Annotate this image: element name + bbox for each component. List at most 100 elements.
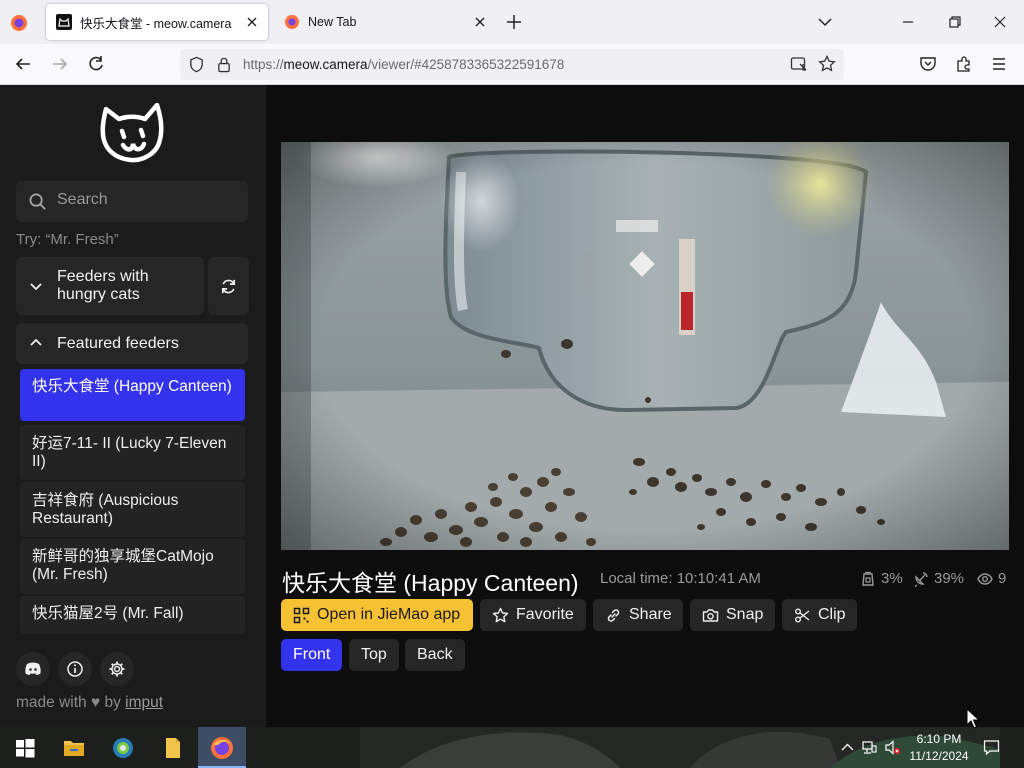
browser-tab-bar: 快乐大食堂 - meow.camera New Tab <box>0 0 1024 44</box>
feeder-item-happy-canteen[interactable]: 快乐大食堂 (Happy Canteen) <box>20 369 245 421</box>
favorite-button[interactable]: Favorite <box>480 599 586 631</box>
link-icon <box>607 608 620 622</box>
back-arrow-icon[interactable] <box>14 55 32 73</box>
heart-icon: ♥ <box>90 694 101 711</box>
scissors-icon <box>795 608 810 622</box>
feeder-item-lucky-7-eleven[interactable]: 好运7-11- II (Lucky 7-Eleven II) <box>20 425 245 480</box>
notes-app-icon[interactable] <box>159 735 185 761</box>
close-window-icon[interactable] <box>990 12 1010 32</box>
discord-button[interactable] <box>16 652 50 686</box>
button-label: Share <box>629 606 672 623</box>
food-level-value: 3% <box>881 570 903 587</box>
video-frame-image <box>281 142 1009 550</box>
reload-icon[interactable] <box>87 55 105 73</box>
translate-page-icon[interactable] <box>790 56 808 73</box>
qr-code-icon <box>293 607 310 623</box>
firefox-view-icon[interactable] <box>8 12 30 34</box>
feeder-label: 新鲜哥的独享城堡CatMojo (Mr. Fresh) <box>32 548 214 583</box>
hamburger-menu-icon[interactable] <box>990 55 1008 73</box>
feeder-item-mr-fall[interactable]: 快乐猫屋2号 (Mr. Fall) <box>20 596 245 634</box>
satellite-dish-icon <box>914 571 928 587</box>
restore-window-icon[interactable] <box>945 12 965 32</box>
firefox-favicon-icon <box>285 15 299 29</box>
show-hidden-icons-chevron-icon[interactable] <box>840 740 855 755</box>
address-bar[interactable]: https://meow.camera/viewer/#425878336532… <box>180 49 844 80</box>
mouse-cursor-icon <box>966 708 980 729</box>
group-label: Featured feeders <box>57 335 179 352</box>
button-label: Clip <box>818 606 846 623</box>
signal-stat: 39% <box>913 570 964 587</box>
view-top-button[interactable]: Top <box>349 639 399 671</box>
search-input[interactable]: Search <box>16 181 248 222</box>
button-label: Favorite <box>516 606 574 623</box>
view-back-button[interactable]: Back <box>405 639 465 671</box>
signal-value: 39% <box>934 570 965 587</box>
network-icon[interactable] <box>862 740 877 755</box>
tab-title: 快乐大食堂 - meow.camera <box>80 16 232 31</box>
windows-taskbar: 6:10 PM 11/12/2024 <box>0 727 1024 768</box>
volume-muted-icon[interactable] <box>885 740 900 755</box>
author-link[interactable]: imput <box>125 694 163 711</box>
settings-button[interactable] <box>100 652 134 686</box>
button-label: Snap <box>726 606 764 623</box>
notifications-icon[interactable] <box>983 739 1000 756</box>
gear-icon <box>109 661 125 677</box>
feeder-label: 快乐猫屋2号 (Mr. Fall) <box>32 605 184 622</box>
windows-start-icon[interactable] <box>12 735 38 761</box>
by-text: by <box>104 694 121 711</box>
clock-time: 6:10 PM <box>916 732 962 746</box>
clock-date: 11/12/2024 <box>909 749 969 763</box>
firefox-icon <box>211 737 233 759</box>
food-bag-icon <box>862 571 874 586</box>
pocket-icon[interactable] <box>919 55 937 73</box>
discord-icon <box>25 662 41 675</box>
url-path: /viewer/#4258783365322591678 <box>367 57 565 72</box>
close-tab-icon[interactable] <box>472 14 488 30</box>
minimize-window-icon[interactable] <box>898 12 918 32</box>
bookmark-star-icon[interactable] <box>818 55 836 73</box>
extensions-puzzle-icon[interactable] <box>955 55 973 73</box>
search-hint: Try: “Mr. Fresh” <box>16 231 119 248</box>
tab-title: New Tab <box>308 15 357 29</box>
local-time: Local time: 10:10:41 AM <box>600 570 761 587</box>
tracking-protection-shield-icon[interactable] <box>188 56 205 73</box>
cat-logo-icon[interactable] <box>97 103 169 165</box>
feeder-label: 快乐大食堂 (Happy Canteen) <box>32 378 232 395</box>
camera-video-feed[interactable] <box>281 142 1009 550</box>
sidebar: Search Try: “Mr. Fresh” Feeders with hun… <box>0 85 266 727</box>
chevron-down-icon <box>30 283 42 291</box>
feeder-label: 吉祥食府 (Auspicious Restaurant) <box>32 492 179 527</box>
browser-globe-icon[interactable] <box>110 735 136 761</box>
tab-new-tab[interactable]: New Tab <box>274 4 496 40</box>
refresh-button[interactable] <box>208 257 249 315</box>
meow-camera-page: Search Try: “Mr. Fresh” Feeders with hun… <box>0 85 1024 727</box>
tab-meow-camera[interactable]: 快乐大食堂 - meow.camera <box>46 4 268 40</box>
info-icon <box>67 661 83 677</box>
feeder-item-mr-fresh[interactable]: 新鲜哥的独享城堡CatMojo (Mr. Fresh) <box>20 539 245 594</box>
open-in-app-button[interactable]: Open in JieMao app <box>281 599 473 631</box>
snap-button[interactable]: Snap <box>690 599 775 631</box>
forward-arrow-icon[interactable] <box>51 55 69 73</box>
feeder-item-auspicious-restaurant[interactable]: 吉祥食府 (Auspicious Restaurant) <box>20 482 245 537</box>
firefox-taskbar-button[interactable] <box>198 727 246 768</box>
info-button[interactable] <box>58 652 92 686</box>
view-front-button[interactable]: Front <box>281 639 343 671</box>
browser-navigation-bar: https://meow.camera/viewer/#425878336532… <box>0 44 1024 85</box>
featured-feeders-toggle[interactable]: Featured feeders <box>16 323 248 364</box>
url-text[interactable]: https://meow.camera/viewer/#425878336532… <box>243 57 564 72</box>
close-tab-icon[interactable] <box>244 14 260 30</box>
hungry-feeders-toggle[interactable]: Feeders with hungry cats <box>16 257 204 315</box>
button-label: Open in JieMao app <box>317 606 461 623</box>
new-tab-plus-icon[interactable] <box>505 13 523 31</box>
list-all-tabs-chevron-icon[interactable] <box>816 13 834 31</box>
viewer-count-value: 9 <box>998 570 1007 587</box>
file-explorer-icon[interactable] <box>61 735 87 761</box>
star-icon <box>492 607 509 622</box>
camera-title: 快乐大食堂 (Happy Canteen) <box>282 570 579 596</box>
system-clock[interactable]: 6:10 PM 11/12/2024 <box>904 731 974 765</box>
lock-icon[interactable] <box>216 56 232 73</box>
search-icon <box>29 193 46 210</box>
clip-button[interactable]: Clip <box>782 599 857 631</box>
url-scheme: https:// <box>243 57 284 72</box>
share-button[interactable]: Share <box>593 599 683 631</box>
